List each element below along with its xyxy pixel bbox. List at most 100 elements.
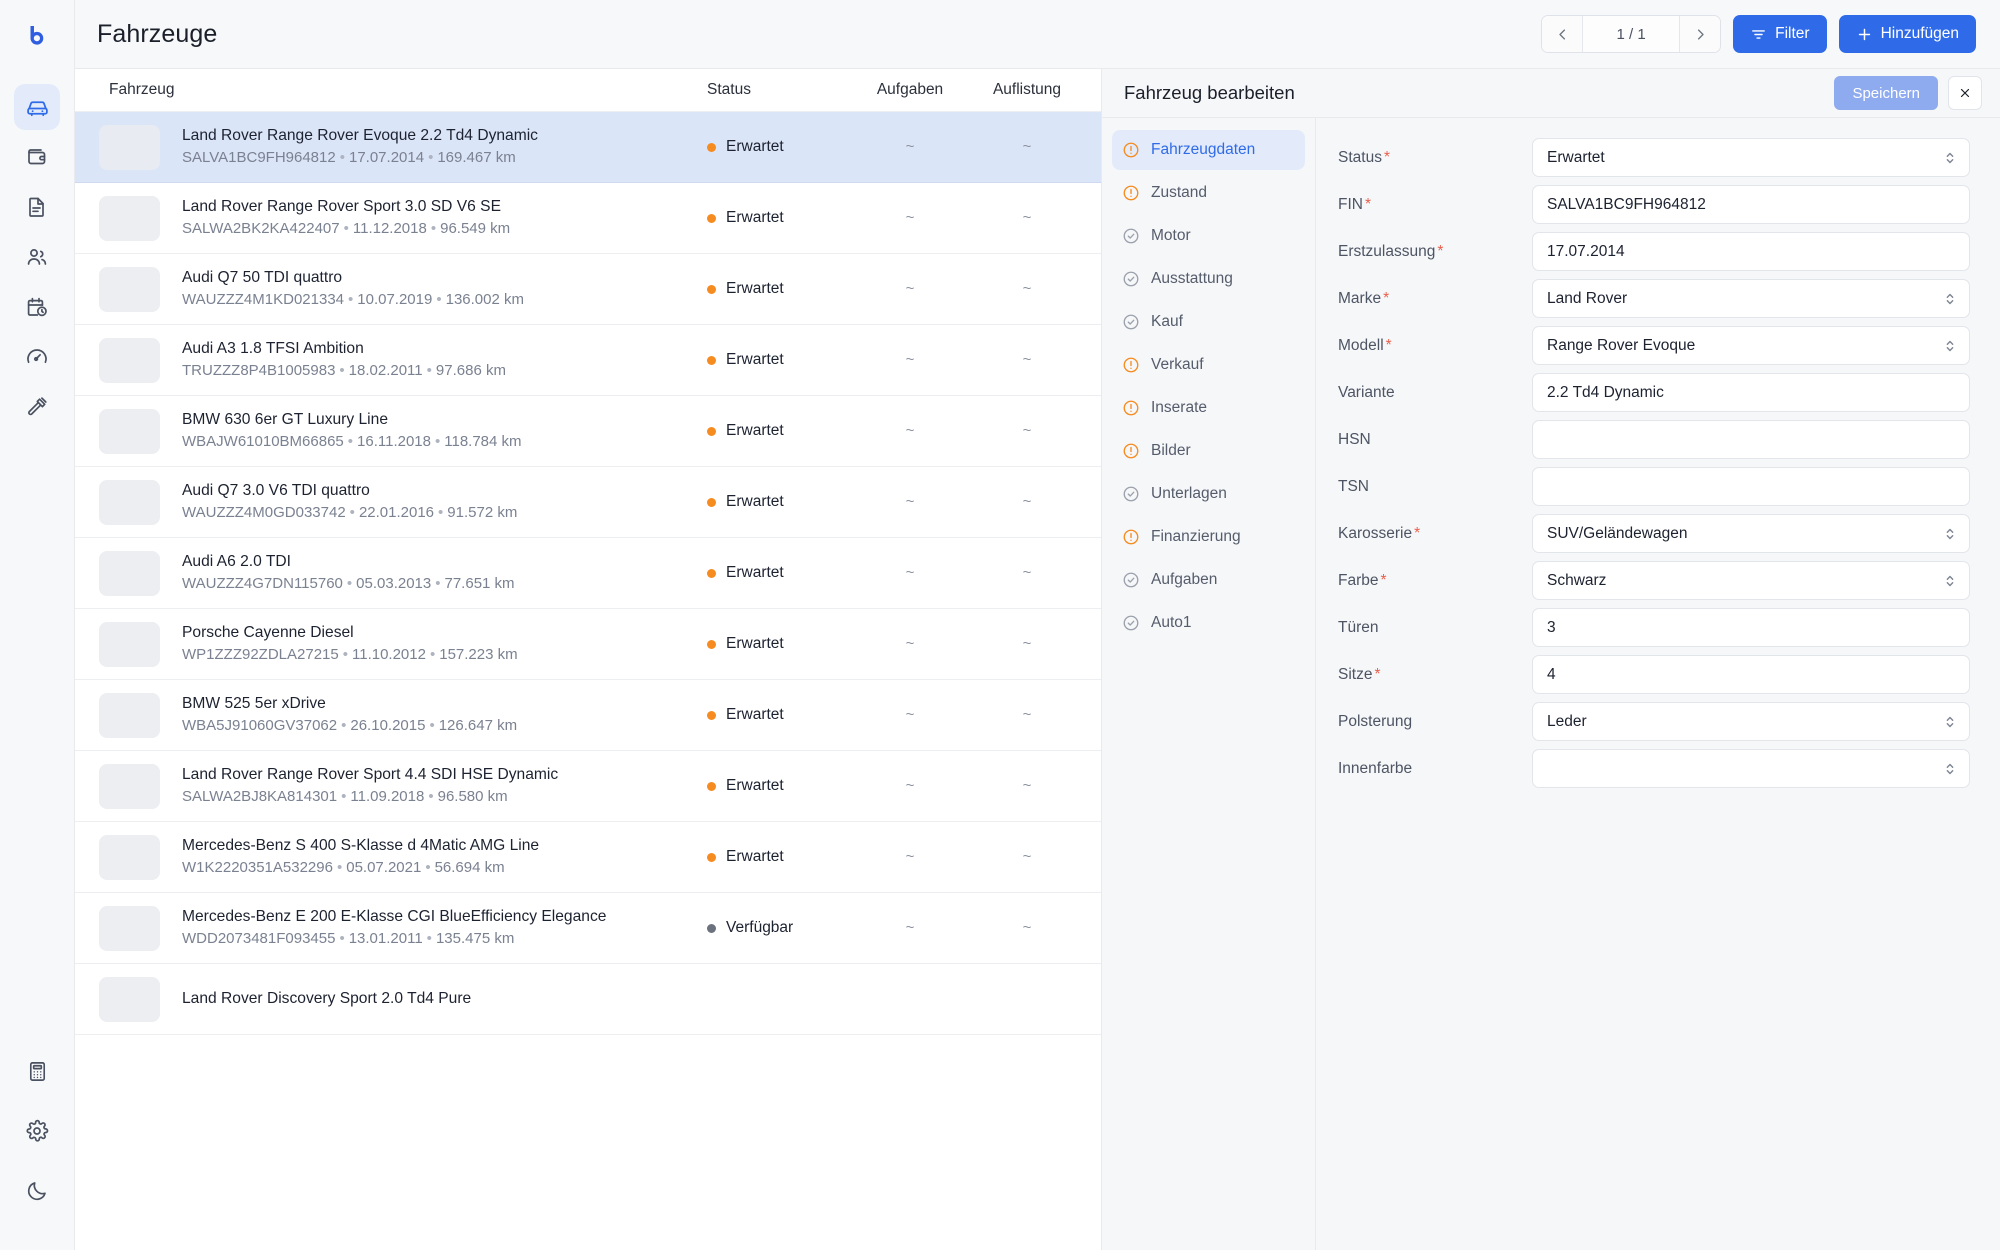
field-erstzulassung[interactable]: 17.07.2014 (1532, 232, 1970, 271)
required-marker: * (1414, 524, 1421, 542)
table-row[interactable]: Audi A6 2.0 TDI WAUZZZ4G7DN115760 • 05.03.2… (75, 538, 1101, 609)
vehicle-title: Land Rover Range Rover Sport 3.0 SD V6 S… (182, 198, 501, 215)
table-row[interactable]: Land Rover Range Rover Sport 3.0 SD V6 S… (75, 183, 1101, 254)
table-row[interactable]: Audi Q7 50 TDI quattro WAUZZZ4M1KD021334 •… (75, 254, 1101, 325)
table-row[interactable]: Land Rover Discovery Sport 2.0 Td4 Pure (75, 964, 1101, 1035)
field-marke[interactable]: Land Rover (1532, 279, 1970, 318)
table-row[interactable]: Audi Q7 3.0 V6 TDI quattro WAUZZZ4M0GD033… (75, 467, 1101, 538)
sidebar-item-settings[interactable] (14, 1108, 60, 1154)
listing-value: ~ (1022, 777, 1032, 794)
status-dot-icon (707, 710, 716, 720)
next-page-button[interactable] (1680, 16, 1721, 52)
field-farbe[interactable]: Schwarz (1532, 561, 1970, 600)
field-variante[interactable]: 2.2 Td4 Dynamic (1532, 373, 1970, 412)
rail-primary-items (14, 84, 60, 434)
vehicle-subtitle: WAUZZZ4M0GD033742 • 22.01.2016 • 91.572 km (182, 504, 518, 521)
sidebar-item-vehicles[interactable] (14, 84, 60, 130)
edit-nav-item-motor[interactable]: Motor (1112, 216, 1305, 256)
edit-nav-item-label: Finanzierung (1151, 528, 1241, 545)
table-row[interactable]: Mercedes-Benz E 200 E-Klasse CGI BlueEff… (75, 893, 1101, 964)
pagination: 1 / 1 (1541, 15, 1722, 53)
field-fin[interactable]: SALVA1BC9FH964812 (1532, 185, 1970, 224)
column-header-status[interactable]: Status (707, 81, 849, 99)
column-header-vehicle-label: Fahrzeug (109, 81, 175, 98)
edit-panel-actions: Speichern (1834, 76, 1982, 110)
edit-nav-item-bilder[interactable]: Bilder (1112, 431, 1305, 471)
close-panel-button[interactable] (1948, 76, 1982, 110)
table-row[interactable]: Land Rover Range Rover Sport 4.4 SDI HSE… (75, 751, 1101, 822)
field-value: Land Rover (1547, 289, 1628, 307)
table-row[interactable]: Land Rover Range Rover Evoque 2.2 Td4 Dy… (75, 112, 1101, 183)
field-modell[interactable]: Range Rover Evoque (1532, 326, 1970, 365)
chevron-right-icon (1693, 27, 1708, 42)
vehicle-text: BMW 525 5er xDrive WBA5J91060GV37062 • 26.1… (182, 694, 517, 736)
table-row[interactable]: BMW 525 5er xDrive WBA5J91060GV37062 • 26.1… (75, 680, 1101, 751)
table-row[interactable]: Mercedes-Benz S 400 S-Klasse d 4Matic AM… (75, 822, 1101, 893)
edit-nav-item-verkauf[interactable]: Verkauf (1112, 345, 1305, 385)
sidebar-item-dashboard[interactable] (14, 334, 60, 380)
sidebar-item-appointments[interactable] (14, 284, 60, 330)
vehicle-cell: Audi A6 2.0 TDI WAUZZZ4G7DN115760 • 05.03.2… (75, 550, 707, 596)
edit-nav-item-zustand[interactable]: Zustand (1112, 173, 1305, 213)
field-karosserie[interactable]: SUV/Geländewagen (1532, 514, 1970, 553)
edit-nav-item-ausstattung[interactable]: Ausstattung (1112, 259, 1305, 299)
field-polsterung[interactable]: Leder (1532, 702, 1970, 741)
save-button[interactable]: Speichern (1834, 76, 1938, 110)
status-badge: Erwartet (726, 848, 784, 865)
vehicle-thumbnail (99, 976, 160, 1022)
sidebar-item-auctions[interactable] (14, 384, 60, 430)
main-column: Fahrzeuge 1 / 1 Filter Hinzufügen Fahrze… (75, 0, 2000, 1250)
filter-button[interactable]: Filter (1733, 15, 1827, 53)
check-circle-icon (1122, 227, 1140, 245)
sidebar-item-finance[interactable] (14, 134, 60, 180)
edit-nav-item-aufgaben[interactable]: Aufgaben (1112, 560, 1305, 600)
edit-nav-item-unterlagen[interactable]: Unterlagen (1112, 474, 1305, 514)
column-header-listing[interactable]: Auflistung (971, 81, 1101, 99)
sidebar-item-customers[interactable] (14, 234, 60, 280)
plus-icon (1856, 26, 1873, 43)
sidebar-item-dark-mode[interactable] (14, 1168, 60, 1214)
table-row[interactable]: Audi A3 1.8 TFSI Ambition TRUZZZ8P4B10059… (75, 325, 1101, 396)
table-row[interactable]: BMW 630 6er GT Luxury Line WBAJW61010BM66… (75, 396, 1101, 467)
status-dot-icon (707, 568, 716, 578)
listing-value: ~ (1022, 493, 1032, 510)
field-value: Erwartet (1547, 148, 1605, 166)
edit-nav-item-kauf[interactable]: Kauf (1112, 302, 1305, 342)
prev-page-button[interactable] (1542, 16, 1583, 52)
column-header-vehicle[interactable]: Fahrzeug (75, 81, 707, 99)
edit-nav-item-fahrzeugdaten[interactable]: Fahrzeugdaten (1112, 130, 1305, 170)
edit-nav-item-auto1[interactable]: Auto1 (1112, 603, 1305, 643)
field-tsn[interactable] (1532, 467, 1970, 506)
table-row[interactable]: Porsche Cayenne Diesel WP1ZZZ92ZDLA27215 •… (75, 609, 1101, 680)
form-row: HSN (1338, 416, 1970, 463)
field-status[interactable]: Erwartet (1532, 138, 1970, 177)
users-icon (25, 245, 49, 269)
field-sitze[interactable]: 4 (1532, 655, 1970, 694)
add-vehicle-button[interactable]: Hinzufügen (1838, 15, 1976, 53)
chevron-updown-icon (1943, 150, 1957, 166)
sidebar-item-documents[interactable] (14, 184, 60, 230)
field-hsn[interactable] (1532, 420, 1970, 459)
status-badge: Erwartet (726, 706, 784, 723)
field-label: Sitze * (1338, 665, 1381, 683)
edit-vehicle-panel: Fahrzeug bearbeiten Speichern Fahrzeugda… (1102, 69, 2000, 1250)
vehicle-cell: Land Rover Range Rover Evoque 2.2 Td4 Dy… (75, 124, 707, 170)
sidebar-item-calculator[interactable] (14, 1048, 60, 1094)
column-header-tasks[interactable]: Aufgaben (849, 81, 971, 99)
vehicle-title: Land Rover Range Rover Evoque 2.2 Td4 Dy… (182, 127, 538, 144)
required-marker: * (1364, 195, 1372, 213)
status-dot-icon (707, 426, 716, 436)
field-innenfarbe[interactable] (1532, 749, 1970, 788)
check-circle-icon (1122, 313, 1140, 331)
status-cell: Verfügbar (707, 919, 849, 937)
page-indicator: 1 / 1 (1582, 16, 1681, 52)
edit-nav-item-finanzierung[interactable]: Finanzierung (1112, 517, 1305, 557)
tasks-value: ~ (905, 777, 915, 794)
tasks-value: ~ (905, 138, 915, 155)
vehicle-text: Audi A6 2.0 TDI WAUZZZ4G7DN115760 • 05.03.2… (182, 552, 515, 594)
brand-b-logo[interactable] (14, 14, 60, 60)
field-t-ren[interactable]: 3 (1532, 608, 1970, 647)
tasks-value: ~ (905, 351, 915, 368)
vehicle-thumbnail (99, 763, 160, 809)
edit-nav-item-inserate[interactable]: Inserate (1112, 388, 1305, 428)
